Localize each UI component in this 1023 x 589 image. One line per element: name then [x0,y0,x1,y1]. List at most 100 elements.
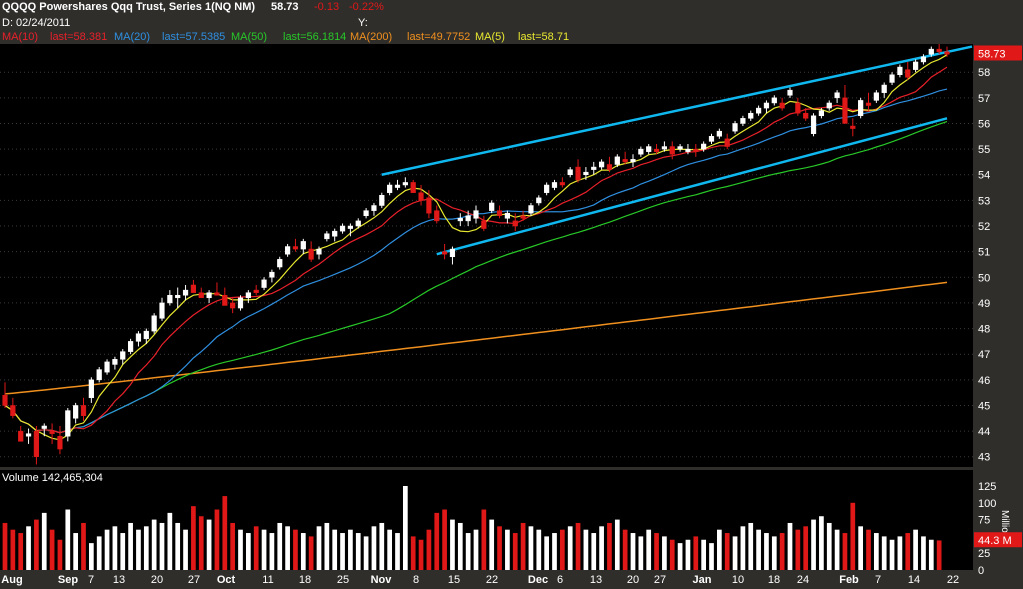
volume-bar [646,529,652,570]
candle-body [120,351,126,360]
volume-bar [104,529,110,570]
volume-bar [921,536,926,570]
candle-body [112,359,118,365]
volume-bar [128,522,133,570]
candle-body [73,405,79,419]
price-tick-label: 51 [978,247,990,259]
candle-body [787,89,793,96]
volume-bar [395,533,400,570]
volume-bar [677,543,683,570]
volume-bar [905,533,911,570]
price-tick-label: 56 [978,118,990,130]
candle-body [394,184,401,188]
candle-body [65,410,71,437]
price-tick-label: 43 [978,452,990,464]
date-tick-label: 27 [654,574,666,586]
volume-bar [654,533,659,570]
candle-body [889,74,895,83]
volume-bar [614,519,620,570]
volume-bar [505,529,510,570]
candle-body [732,123,738,132]
volume-bar [355,533,361,570]
candle-body [402,182,408,186]
candle-body [292,246,299,250]
date-tick-label: Nov [371,574,393,586]
candle-body [936,48,942,52]
price-tick-label: 55 [978,144,990,156]
panel-separator [0,467,1023,470]
volume-bar [222,496,228,570]
volume-bar [41,512,47,570]
volume-bar [151,519,157,570]
candle-body [661,146,668,150]
price-tick-label: 54 [978,170,990,182]
volume-bar [81,522,86,570]
volume-bar [528,526,534,570]
volume-bar [442,509,447,570]
candle-body [771,97,777,104]
volume-bar [591,533,597,570]
candle-body [465,215,471,222]
price-tick-label: 58 [978,67,990,79]
volume-bar [18,533,24,570]
volume-bar [277,522,283,570]
volume-bar [167,512,173,570]
volume-bar [787,522,793,570]
volume-bar [599,526,604,570]
volume-bar [230,522,236,570]
volume-bar [669,539,675,570]
volume-bar [497,526,502,570]
volume-bar [630,533,636,570]
candle-body [567,169,573,175]
candle-body [512,220,518,227]
volume-bar [536,529,542,570]
candle-body [2,394,8,406]
candle-body [371,205,377,211]
candle-body [897,66,903,76]
date-tick-label: Feb [839,574,859,586]
candle-body [795,102,801,114]
candle-body [355,220,361,227]
volume-bar [928,539,934,570]
volume-bar [834,529,840,570]
candle-body [520,215,526,219]
candle-body [481,220,487,229]
price-tick-label: 46 [978,375,990,387]
candle-body [685,148,691,152]
candle-body [284,246,291,255]
candle-body [818,110,825,117]
date-tick-label: 22 [486,574,498,586]
volume-bar [607,522,612,570]
volume-bar [379,522,385,570]
volume-label: Volume 142,465,304 [2,472,103,484]
candle-body [418,192,424,201]
volume-bar [779,533,785,570]
candle-body [308,248,314,260]
candle-body [324,233,330,240]
candle-body [583,171,589,175]
candle-body [528,205,534,214]
candle-body [426,197,432,214]
date-tick-label: 11 [262,574,273,586]
date-tick-label: Aug [1,574,22,586]
volume-bar [693,536,699,570]
volume-bar [402,486,408,570]
volume-bar [450,519,455,570]
candle-body [912,61,919,70]
candle-body [300,241,306,250]
date-tick-label: 18 [768,574,780,586]
candle-body [928,48,934,55]
volume-tick-label: 75 [978,515,990,527]
candle-body [614,156,620,165]
volume-bar [136,529,141,570]
volume-bar [253,526,259,570]
volume-tick-label: 25 [978,548,990,560]
candle-body [473,210,479,219]
date-tick-label: 8 [413,574,419,586]
candle-body [630,159,636,163]
candle-body [277,259,283,268]
candle-body [826,102,832,109]
price-tick-label: 57 [978,93,990,105]
candle-body [763,102,770,109]
date-tick-label: Jan [693,574,712,586]
